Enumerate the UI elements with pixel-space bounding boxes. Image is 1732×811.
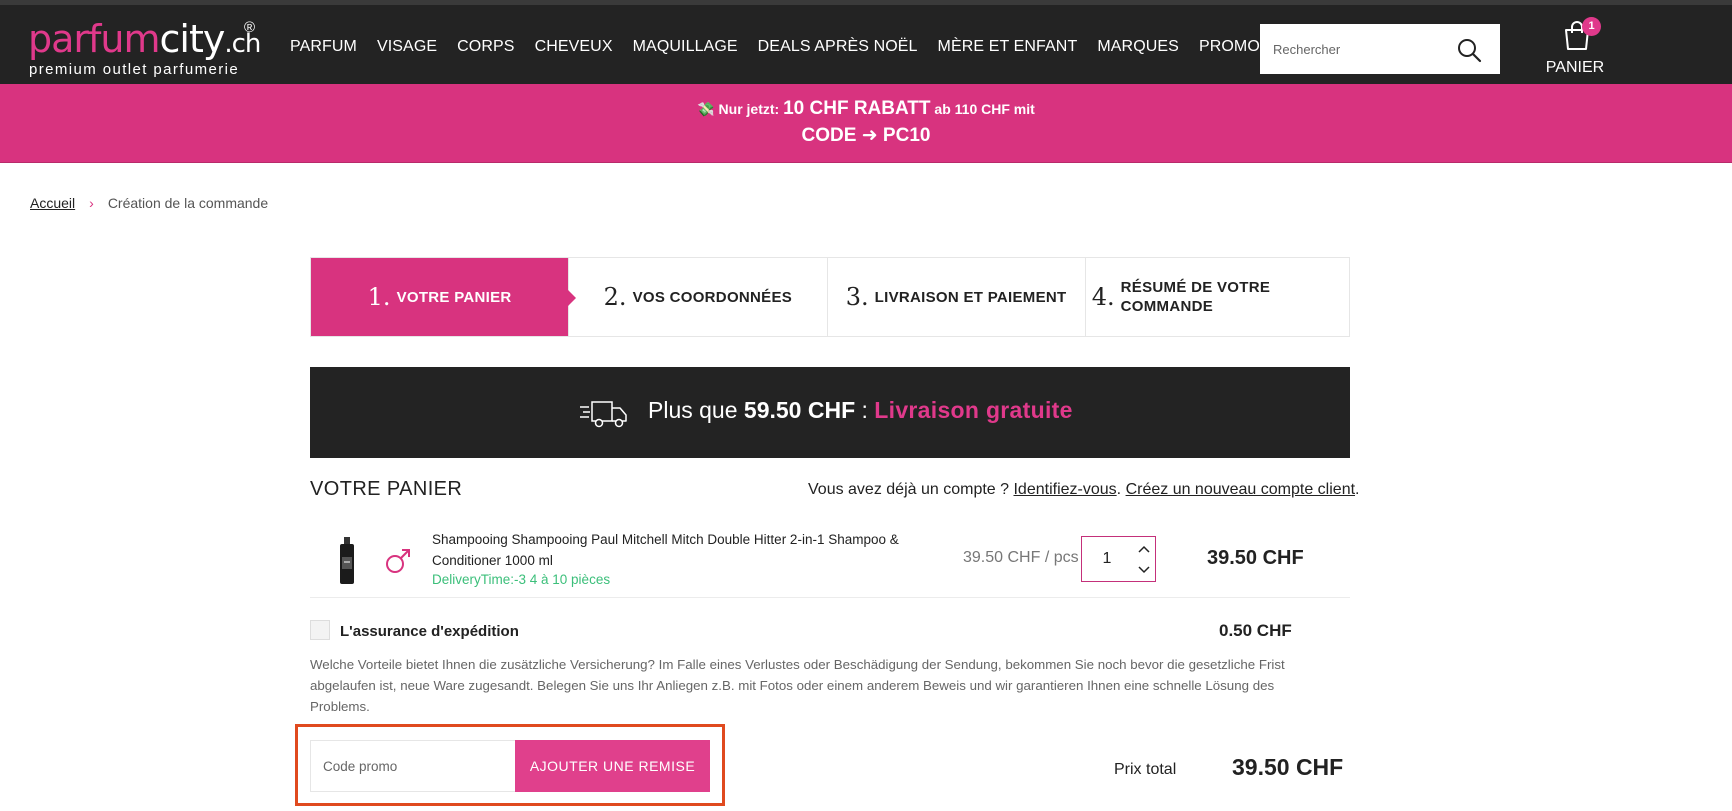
nav-item-maquillage[interactable]: MAQUILLAGE xyxy=(633,38,738,56)
promo-banner-code: CODE ➜ PC10 xyxy=(801,125,931,146)
chevron-right-icon: › xyxy=(89,195,94,211)
step-number: 4. xyxy=(1091,283,1115,311)
step-summary[interactable]: 4. RÉSUMÉ DE VOTRE COMMANDE xyxy=(1086,258,1349,336)
total-price: 39.50 CHF xyxy=(1232,754,1344,780)
register-link[interactable]: Créez un nouveau compte client xyxy=(1126,481,1355,498)
money-emoji-icon: 💸 xyxy=(697,101,715,117)
account-prompt: Vous avez déjà un compte ? Identifiez-vo… xyxy=(808,481,1360,498)
breadcrumb-home-link[interactable]: Accueil xyxy=(30,195,75,211)
step-label: VOS COORDONNÉES xyxy=(632,288,793,306)
breadcrumb: Accueil › Création de la commande xyxy=(30,195,268,211)
search-box xyxy=(1260,24,1500,74)
nav-item-parfum[interactable]: PARFUM xyxy=(290,38,357,56)
remaining-amount: 59.50 CHF xyxy=(743,397,856,423)
total-label: Prix total xyxy=(1114,761,1177,778)
nav-item-marques[interactable]: MARQUES xyxy=(1097,38,1179,56)
cart-label: PANIER xyxy=(1545,59,1605,76)
promo-code-section: AJOUTER UNE REMISE xyxy=(295,724,725,806)
cart-item-row: Shampooing Shampooing Paul Mitchell Mitc… xyxy=(310,525,1350,598)
logo-registered-mark: ® xyxy=(244,19,256,36)
male-symbol-icon xyxy=(386,549,410,573)
search-icon[interactable] xyxy=(1456,37,1482,63)
nav-item-cheveux[interactable]: CHEVEUX xyxy=(535,38,613,56)
delivery-truck-icon xyxy=(580,401,627,428)
promo-code-input[interactable] xyxy=(310,740,515,792)
step-cart[interactable]: 1. VOTRE PANIER xyxy=(311,258,577,336)
step-label: VOTRE PANIER xyxy=(396,288,512,306)
quantity-input[interactable] xyxy=(1082,537,1132,581)
top-header: parfumcity.ch ® premium outlet parfumeri… xyxy=(0,0,1732,84)
insurance-label[interactable]: L'assurance d'expédition xyxy=(340,623,519,640)
login-link[interactable]: Identifiez-vous xyxy=(1013,481,1116,498)
site-logo[interactable]: parfumcity.ch ® premium outlet parfumeri… xyxy=(28,17,268,83)
free-shipping-highlight: Livraison gratuite xyxy=(874,397,1073,423)
step-label: RÉSUMÉ DE VOTRE COMMANDE xyxy=(1120,279,1271,315)
step-label: LIVRAISON ET PAIEMENT xyxy=(874,288,1067,306)
promo-banner-line1: 💸 Nur jetzt: 10 CHF RABATT ab 110 CHF mi… xyxy=(697,98,1035,119)
nav-item-mere-enfant[interactable]: MÈRE ET ENFANT xyxy=(938,38,1078,56)
free-shipping-message: Plus que 59.50 CHF : Livraison gratuite xyxy=(648,397,1073,423)
quantity-stepper xyxy=(1081,536,1156,582)
logo-wordmark: parfumcity.ch xyxy=(28,17,261,61)
insurance-checkbox[interactable] xyxy=(310,620,330,640)
search-input[interactable] xyxy=(1260,24,1450,74)
cart-count-badge: 1 xyxy=(1582,17,1601,36)
delivery-time: DeliveryTime:-3 4 à 10 pièces xyxy=(432,572,611,587)
breadcrumb-current: Création de la commande xyxy=(107,195,269,211)
step-number: 1. xyxy=(367,283,391,311)
chevron-down-icon[interactable] xyxy=(1136,561,1152,577)
product-name[interactable]: Shampooing Shampooing Paul Mitchell Mitc… xyxy=(432,529,932,571)
cart-title: VOTRE PANIER xyxy=(310,478,463,500)
promo-banner[interactable]: 💸 Nur jetzt: 10 CHF RABATT ab 110 CHF mi… xyxy=(0,84,1732,163)
nav-item-deals[interactable]: DEALS APRÈS NOËL xyxy=(758,38,918,56)
nav-item-visage[interactable]: VISAGE xyxy=(377,38,437,56)
free-shipping-bar: Plus que 59.50 CHF : Livraison gratuite xyxy=(310,367,1350,458)
main-nav: PARFUM VISAGE CORPS CHEVEUX MAQUILLAGE D… xyxy=(290,38,1271,56)
logo-tagline: premium outlet parfumerie xyxy=(29,61,240,78)
cart-button[interactable]: 1 PANIER xyxy=(1540,17,1610,79)
checkout-steps: 1. VOTRE PANIER 2. VOS COORDONNÉES 3. LI… xyxy=(310,257,1350,337)
nav-item-corps[interactable]: CORPS xyxy=(457,38,514,56)
product-thumbnail[interactable] xyxy=(338,537,356,585)
step-number: 2. xyxy=(603,283,627,311)
insurance-description: Welche Vorteile bietet Ihnen die zusätzl… xyxy=(310,657,1285,714)
unit-price: 39.50 CHF / pcs xyxy=(963,549,1079,566)
line-total: 39.50 CHF xyxy=(1207,547,1304,569)
step-details[interactable]: 2. VOS COORDONNÉES xyxy=(569,258,828,336)
insurance-price: 0.50 CHF xyxy=(1219,621,1292,640)
chevron-up-icon[interactable] xyxy=(1136,542,1152,558)
step-number: 3. xyxy=(845,283,869,311)
step-shipping-payment[interactable]: 3. LIVRAISON ET PAIEMENT xyxy=(828,258,1086,336)
apply-discount-button[interactable]: AJOUTER UNE REMISE xyxy=(515,740,710,792)
